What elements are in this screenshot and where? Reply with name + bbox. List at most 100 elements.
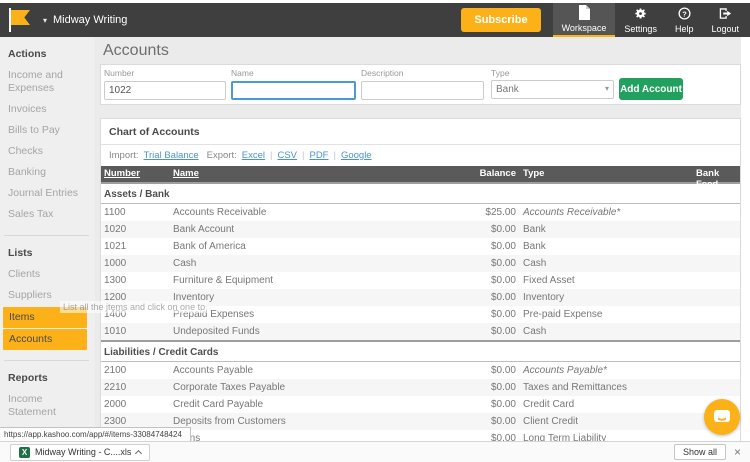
account-row-1000[interactable]: 1000 Cash $0.00 Cash: [101, 255, 740, 272]
sidebar-item-accounts[interactable]: Accounts: [3, 329, 87, 350]
account-row-2000[interactable]: 2000 Credit Card Payable $0.00 Credit Card: [101, 396, 740, 413]
import-link-trial-balance[interactable]: Trial Balance: [144, 150, 199, 161]
topbar-nav-label: Workspace: [561, 23, 607, 33]
name-input[interactable]: [231, 81, 356, 100]
account-number: 1000: [104, 258, 127, 269]
account-row-1021[interactable]: 1021 Bank of America $0.00 Bank: [101, 238, 740, 255]
sidebar-item-clients[interactable]: Clients: [0, 264, 95, 285]
account-row-2210[interactable]: 2210 Corporate Taxes Payable $0.00 Taxes an…: [101, 379, 740, 396]
column-header-name[interactable]: Name: [173, 168, 199, 179]
page-title: Accounts: [103, 42, 169, 59]
import-label: Import:: [109, 150, 139, 161]
link-separator: |: [270, 150, 273, 161]
account-name[interactable]: Undeposited Funds: [173, 323, 260, 340]
account-number: 1100: [104, 207, 126, 218]
account-row-1300[interactable]: 1300 Furniture & Equipment $0.00 Fixed Asse…: [101, 272, 740, 289]
column-header-type: Type: [523, 168, 545, 179]
chart-of-accounts-title: Chart of Accounts: [101, 119, 740, 145]
sidebar-item-banking[interactable]: Banking: [0, 162, 95, 183]
settings-gear-icon: [634, 6, 647, 21]
account-name[interactable]: Accounts Payable: [173, 362, 253, 379]
account-balance: $0.00: [490, 309, 516, 320]
account-row-1020[interactable]: 1020 Bank Account $0.00 Bank: [101, 221, 740, 238]
export-link-pdf[interactable]: PDF: [309, 150, 328, 161]
logout-icon: [718, 6, 732, 21]
kashoo-flag-logo-icon[interactable]: [9, 8, 31, 32]
sidebar-item-income-and-expenses[interactable]: Income and Expenses: [0, 65, 95, 99]
number-input[interactable]: [104, 81, 226, 100]
account-name[interactable]: Bank of America: [173, 238, 246, 255]
account-balance: $0.00: [490, 365, 516, 376]
sidebar-item-bills-to-pay[interactable]: Bills to Pay: [0, 120, 95, 141]
topbar-nav-logout[interactable]: Logout: [702, 3, 748, 37]
account-type: Inventory: [523, 292, 565, 303]
account-number: 1021: [104, 241, 127, 252]
sidebar-item-income-statement[interactable]: Income Statement: [0, 389, 95, 423]
account-type: Bank: [523, 241, 546, 252]
sidebar-divider: [4, 360, 89, 361]
account-type: Taxes and Remittances: [523, 382, 627, 393]
help-icon: ?: [678, 6, 691, 21]
add-account-button[interactable]: Add Account: [619, 78, 683, 100]
topbar-nav-label: Logout: [711, 24, 739, 34]
account-balance: $0.00: [490, 399, 516, 410]
chevron-up-icon[interactable]: [135, 449, 143, 458]
account-name[interactable]: Accounts Receivable: [173, 204, 266, 221]
add-account-form: Number Name Description Type Bank ▾ Add …: [100, 64, 741, 105]
chevron-down-icon: ▾: [43, 15, 48, 25]
sidebar-item-journal-entries[interactable]: Journal Entries: [0, 183, 95, 204]
account-type: Accounts Payable*: [523, 365, 607, 376]
accounts-table-body: Assets / Bank 1100 Accounts Receivable $25.…: [101, 182, 740, 447]
right-margin: [741, 37, 750, 441]
download-bar-right: Show all ×: [673, 444, 750, 460]
account-name[interactable]: Furniture & Equipment: [173, 272, 273, 289]
status-bar-url: https://app.kashoo.com/app/#/items-33084…: [0, 427, 191, 442]
sidebar-divider: [4, 235, 89, 236]
account-number: 2000: [104, 399, 127, 410]
description-input[interactable]: [361, 81, 484, 100]
sidebar-item-checks[interactable]: Checks: [0, 141, 95, 162]
downloaded-file-chip[interactable]: X Midway Writing - C....xls: [10, 443, 151, 461]
account-name[interactable]: Corporate Taxes Payable: [173, 379, 285, 396]
topbar-nav: Workspace Settings ? Help Logout: [552, 3, 748, 37]
number-label: Number: [104, 68, 135, 78]
account-name[interactable]: Bank Account: [173, 221, 234, 238]
column-header-balance: Balance: [479, 168, 516, 179]
account-balance: $0.00: [490, 258, 516, 269]
account-row-2100[interactable]: 2100 Accounts Payable $0.00 Accounts Payabl…: [101, 362, 740, 379]
account-type: Cash: [523, 258, 547, 269]
sidebar-item-sales-tax[interactable]: Sales Tax: [0, 204, 95, 225]
topbar-nav-settings[interactable]: Settings: [615, 3, 666, 37]
export-link-google[interactable]: Google: [341, 150, 372, 161]
flag-pole: [9, 8, 11, 32]
account-row-1100[interactable]: 1100 Accounts Receivable $25.00 Accounts Re…: [101, 204, 740, 221]
column-header-number[interactable]: Number: [104, 168, 168, 179]
topbar-right: Subscribe Workspace Settings ? Help Logout: [461, 3, 750, 37]
company-selector[interactable]: ▾ Midway Writing: [43, 14, 127, 26]
svg-text:?: ?: [682, 9, 687, 18]
account-balance: $0.00: [490, 416, 516, 427]
subscribe-button[interactable]: Subscribe: [461, 8, 541, 32]
export-link-csv[interactable]: CSV: [277, 150, 297, 161]
topbar-nav-help[interactable]: ? Help: [666, 3, 703, 37]
sidebar-item-invoices[interactable]: Invoices: [0, 99, 95, 120]
type-select[interactable]: Bank ▾: [491, 80, 614, 99]
account-name[interactable]: Credit Card Payable: [173, 396, 263, 413]
chat-bubble-icon: [714, 410, 730, 422]
show-all-downloads-button[interactable]: Show all: [673, 444, 726, 460]
chat-bubble-button[interactable]: [704, 399, 740, 435]
close-download-bar-icon[interactable]: ×: [734, 446, 741, 458]
account-name[interactable]: Cash: [173, 255, 196, 272]
account-number: 1300: [104, 275, 127, 286]
accounts-table-header: Number Name Balance Type Bank Feed: [101, 166, 740, 190]
topbar-nav-workspace[interactable]: Workspace: [552, 3, 616, 37]
workspace-icon: [578, 5, 590, 20]
excel-icon: X: [19, 446, 30, 458]
export-link-excel[interactable]: Excel: [242, 150, 265, 161]
account-balance: $0.00: [490, 292, 516, 303]
company-name: Midway Writing: [53, 14, 128, 26]
export-label: Export:: [206, 150, 237, 161]
topbar-nav-label: Settings: [624, 24, 657, 34]
account-row-2300[interactable]: 2300 Deposits from Customers $0.00 Client C…: [101, 413, 740, 430]
account-row-1010[interactable]: 1010 Undeposited Funds $0.00 Cash: [101, 323, 740, 340]
